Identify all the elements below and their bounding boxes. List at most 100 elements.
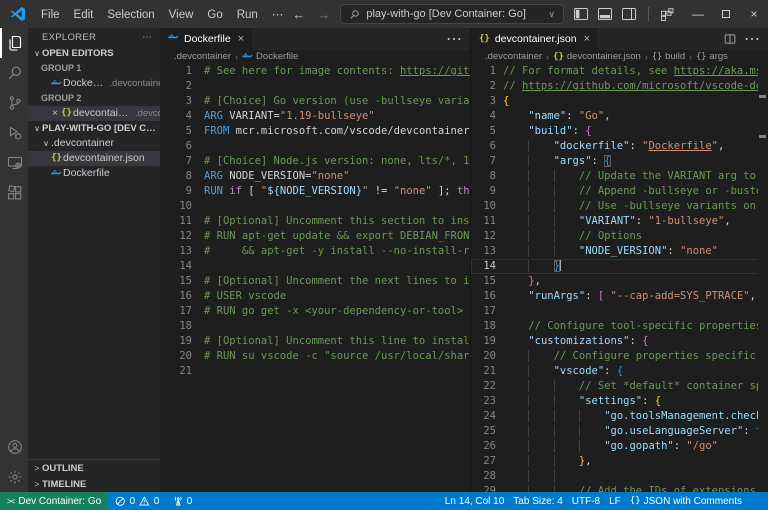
source-control-icon[interactable] bbox=[0, 88, 28, 118]
close-button[interactable]: × bbox=[740, 0, 768, 28]
braces-icon: {} bbox=[696, 51, 707, 62]
tab-more-actions-icon[interactable]: ⋯ bbox=[446, 29, 462, 49]
explorer-icon[interactable] bbox=[0, 28, 28, 58]
code-line-15: 15 # [Optional] Uncomment the next lines … bbox=[160, 274, 470, 289]
encoding[interactable]: UTF-8 bbox=[572, 496, 600, 507]
menu-selection[interactable]: Selection bbox=[100, 9, 161, 21]
tree-item-devcontainer.json[interactable]: ×{}devcontainer.json.devco... bbox=[28, 106, 160, 121]
language-label: JSON with Comments bbox=[643, 495, 742, 507]
menu-view[interactable]: View bbox=[162, 9, 201, 21]
breadcrumb-separator: › bbox=[644, 51, 648, 62]
extensions-icon[interactable] bbox=[0, 178, 28, 208]
line-number: 1 bbox=[185, 65, 192, 77]
back-arrow-icon[interactable]: ← bbox=[290, 7, 307, 22]
menu-file[interactable]: File bbox=[34, 9, 67, 21]
toggle-secondary-sidebar-icon[interactable] bbox=[622, 8, 636, 20]
menu-edit[interactable]: Edit bbox=[67, 9, 101, 21]
code-editor-dockerfile[interactable]: 1 # See here for image contents: https://… bbox=[160, 63, 470, 492]
tree-item-dockerfile[interactable]: Dockerfile bbox=[28, 166, 160, 181]
code-line-9: 9 RUN if [ "${NODE_VERSION}" != "none" ];… bbox=[160, 184, 470, 199]
line-number: 17 bbox=[179, 305, 192, 317]
vscode-window: File Edit Selection View Go Run ⋯ ← → play-wit… bbox=[0, 0, 768, 510]
forward-arrow-icon[interactable]: → bbox=[315, 7, 332, 22]
code-editor-devcontainer-json[interactable]: 1// For format details, see https://aka.… bbox=[471, 63, 768, 492]
breadcrumb-item[interactable]: .devcontainer bbox=[174, 51, 231, 62]
breadcrumb-item[interactable]: args bbox=[709, 51, 727, 62]
code-line-4: 4 ARG VARIANT="1.19-bullseye" bbox=[160, 109, 470, 124]
breadcrumb-item[interactable]: build bbox=[665, 51, 685, 62]
close-editor-icon[interactable]: × bbox=[50, 106, 60, 121]
tab-devcontainer-json[interactable]: {} devcontainer.json × bbox=[471, 28, 600, 50]
line-number: 15 bbox=[483, 275, 496, 287]
chevron-icon: ∨ bbox=[34, 49, 40, 58]
breadcrumb-item[interactable]: .devcontainer bbox=[485, 51, 542, 62]
run-debug-icon[interactable] bbox=[0, 118, 28, 148]
code-line-8: 8 ARG NODE_VERSION="none" bbox=[160, 169, 470, 184]
section-outline[interactable]: > OUTLINE bbox=[28, 460, 160, 476]
tree-item-.devcontainer[interactable]: ∨ .devcontainer bbox=[28, 136, 160, 151]
explorer-title: EXPLORER bbox=[42, 32, 97, 43]
minimap[interactable] bbox=[758, 63, 768, 492]
line-number: 16 bbox=[483, 290, 496, 302]
line-number: 3 bbox=[489, 95, 496, 107]
settings-icon[interactable] bbox=[0, 462, 28, 492]
breadcrumb-separator: › bbox=[235, 51, 239, 62]
ports-indicator[interactable]: 0 bbox=[166, 496, 199, 507]
tree-item-play-with-go-dev-container-g...[interactable]: ∨PLAY-WITH-GO [DEV CONTAINER: G... bbox=[28, 121, 160, 136]
split-editor-icon[interactable] bbox=[724, 33, 736, 45]
line-number: 12 bbox=[179, 230, 192, 242]
code-line-11: 11 "VARIANT": "1-bullseye", bbox=[471, 214, 768, 229]
tree-item-dockerfile[interactable]: Dockerfile.devcontainer bbox=[28, 76, 160, 91]
tree-item-group-1[interactable]: GROUP 1 bbox=[28, 61, 160, 76]
cursor-position[interactable]: Ln 14, Col 10 bbox=[445, 496, 505, 507]
section-timeline[interactable]: > TIMELINE bbox=[28, 476, 160, 492]
toggle-panel-icon[interactable] bbox=[598, 8, 612, 20]
toggle-sidebar-icon[interactable] bbox=[574, 8, 588, 20]
code-line-5: 5 FROM mcr.microsoft.com/vscode/devcontai… bbox=[160, 124, 470, 139]
chevron-icon: > bbox=[34, 479, 40, 489]
tab-more-actions-icon[interactable]: ⋯ bbox=[744, 29, 760, 49]
tab-dockerfile[interactable]: Dockerfile × bbox=[160, 28, 254, 50]
menu-go[interactable]: Go bbox=[200, 9, 229, 21]
breadcrumb[interactable]: .devcontainer ›{} devcontainer.json ›{} buil… bbox=[471, 50, 768, 63]
minimize-button[interactable]: — bbox=[684, 0, 712, 28]
code-line-1: 1// For format details, see https://aka.… bbox=[471, 64, 768, 79]
explorer-more-actions-icon[interactable]: ⋯ bbox=[142, 32, 152, 43]
close-tab-icon[interactable]: × bbox=[238, 33, 244, 45]
search-icon[interactable] bbox=[0, 58, 28, 88]
remote-indicator[interactable]: >< Dev Container: Go bbox=[0, 492, 109, 510]
code-line-12: 12 // Options bbox=[471, 229, 768, 244]
eol-sequence[interactable]: LF bbox=[609, 496, 621, 507]
tree-item-open-editors[interactable]: ∨ OPEN EDITORS bbox=[28, 46, 160, 61]
line-number: 23 bbox=[483, 395, 496, 407]
line-number: 5 bbox=[489, 125, 496, 137]
language-mode[interactable]: {} JSON with Comments bbox=[630, 496, 742, 507]
tree-item-group-2[interactable]: GROUP 2 bbox=[28, 91, 160, 106]
remote-explorer-icon[interactable] bbox=[0, 148, 28, 178]
code-line-12: 12 # RUN apt-get update && export DEBIAN_… bbox=[160, 229, 470, 244]
tree-item-devcontainer.json[interactable]: {} devcontainer.json bbox=[28, 151, 160, 166]
command-center-search[interactable]: play-with-go [Dev Container: Go] ∨ bbox=[340, 4, 564, 24]
problems-indicator[interactable]: 0 0 bbox=[108, 496, 166, 507]
docker-icon bbox=[242, 51, 253, 62]
indentation[interactable]: Tab Size: 4 bbox=[513, 496, 562, 507]
line-number: 10 bbox=[179, 200, 192, 212]
code-line-3: 3{ bbox=[471, 94, 768, 109]
breadcrumb-item[interactable]: Dockerfile bbox=[256, 51, 298, 62]
breadcrumb-item[interactable]: devcontainer.json bbox=[567, 51, 641, 62]
maximize-button[interactable] bbox=[712, 0, 740, 28]
code-line-7: 7 # [Choice] Node.js version: none, lts/*… bbox=[160, 154, 470, 169]
account-icon[interactable] bbox=[0, 432, 28, 462]
menu-run[interactable]: Run bbox=[230, 9, 265, 21]
line-number: 18 bbox=[483, 320, 496, 332]
breadcrumb[interactable]: .devcontainer › Dockerfile bbox=[160, 50, 470, 63]
code-line-20: 20 # RUN su vscode -c "source /usr/local/… bbox=[160, 349, 470, 364]
warning-icon bbox=[139, 496, 150, 506]
menu-[interactable]: ⋯ bbox=[265, 9, 291, 21]
code-line-10: 10 // Use -bullseye variants on local ar… bbox=[471, 199, 768, 214]
line-number: 10 bbox=[483, 200, 496, 212]
line-number: 22 bbox=[483, 380, 496, 392]
radio-tower-icon bbox=[175, 496, 182, 506]
customize-layout-icon[interactable] bbox=[661, 7, 674, 21]
close-tab-icon[interactable]: × bbox=[584, 33, 590, 45]
